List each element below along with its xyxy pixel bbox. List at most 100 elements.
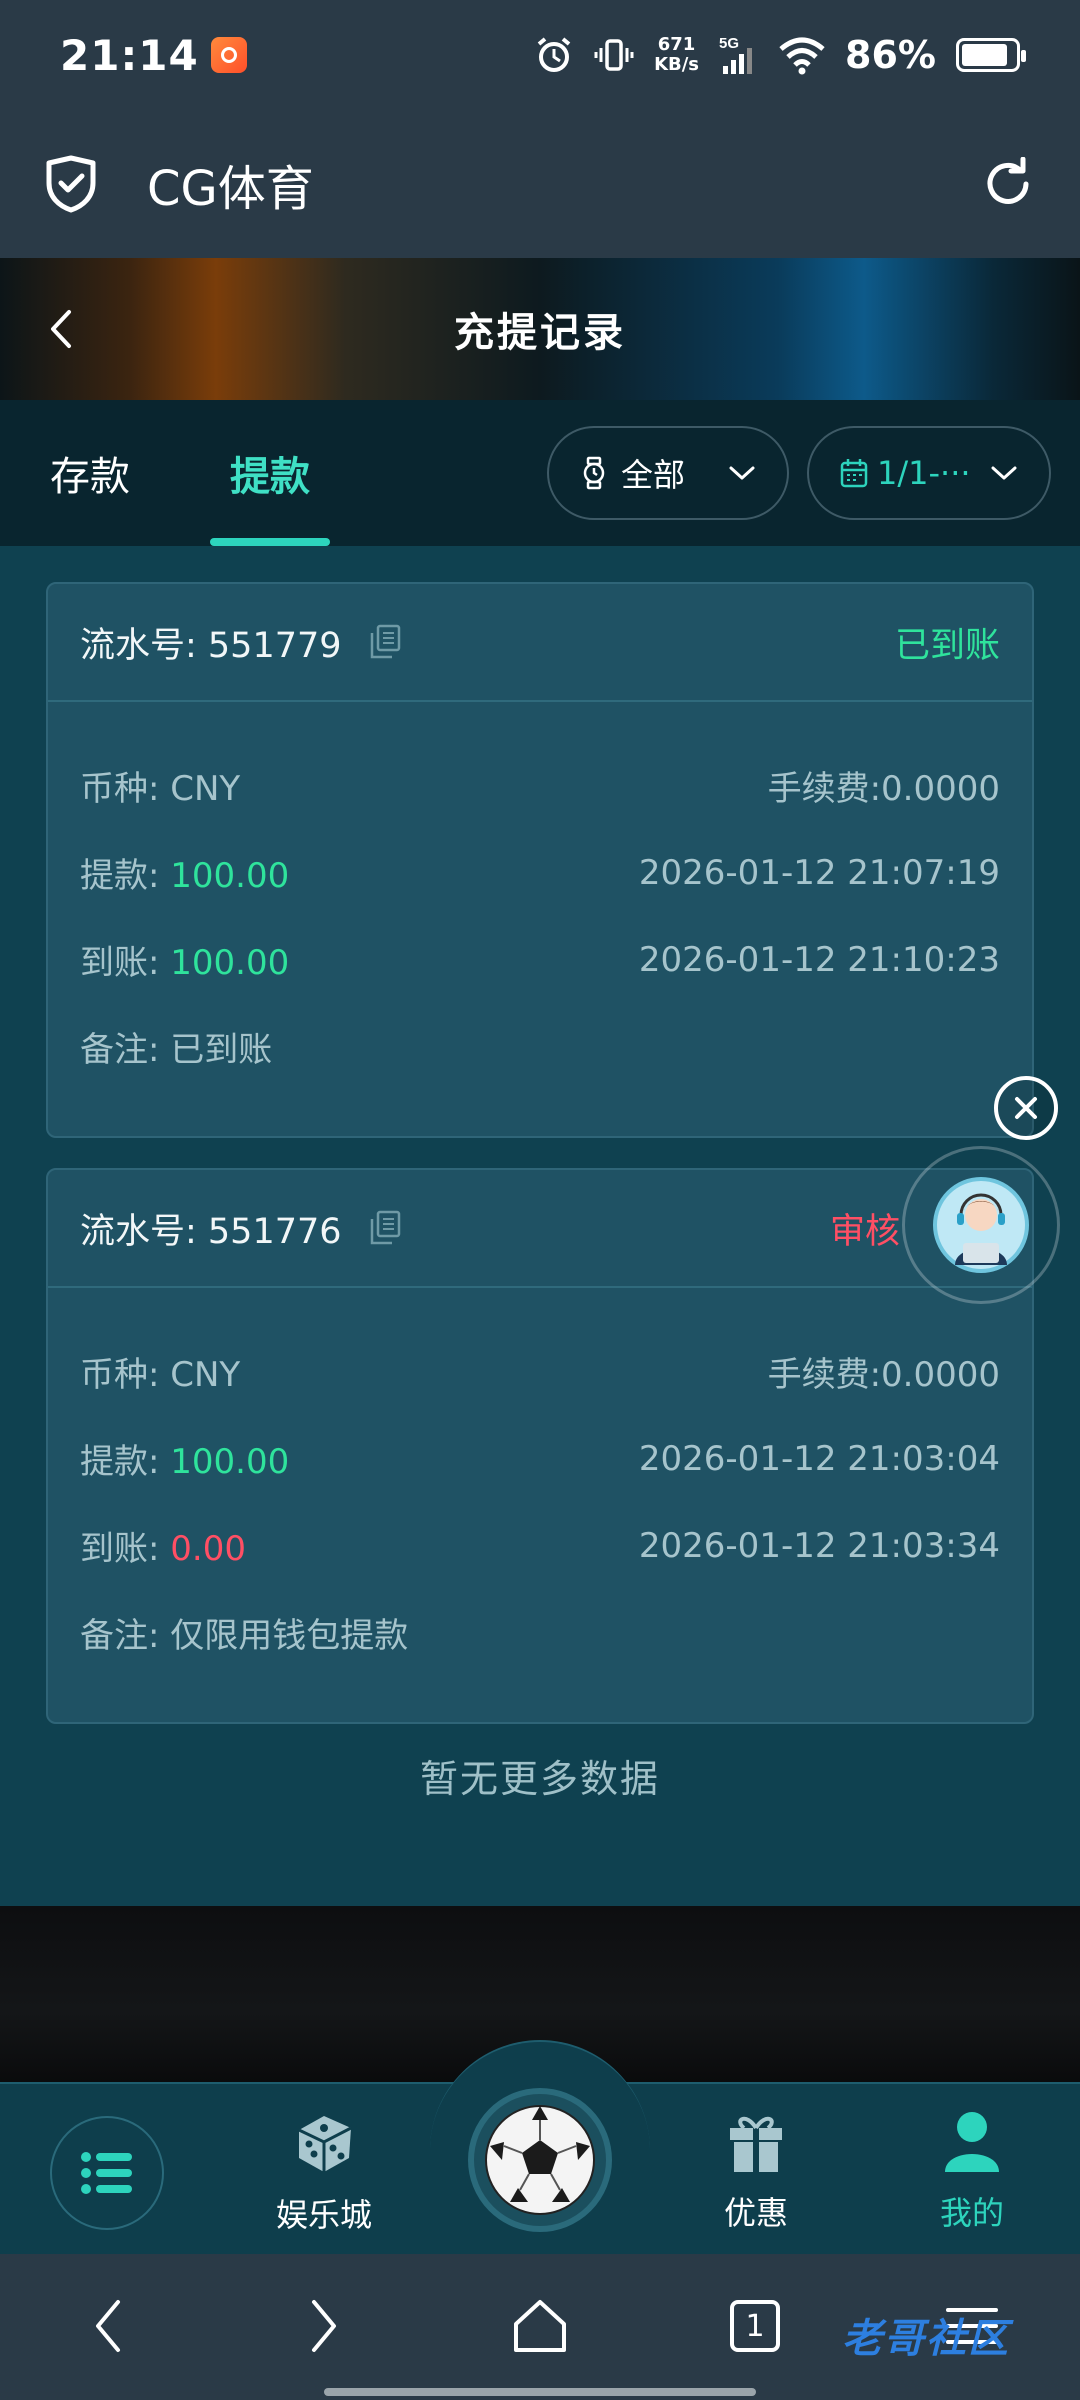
- close-support-button[interactable]: [994, 1076, 1058, 1140]
- record-details: 币种: CNY 手续费:0.0000 提款: 100.00 2026-01-12…: [48, 1288, 1032, 1676]
- nav-promo-label: 优惠: [723, 2194, 788, 2232]
- withdraw-record-card: 流水号: 551776 审核 币种: CNY 手续费:0.0000 提款: 10…: [46, 1168, 1034, 1724]
- close-icon: [1015, 1097, 1037, 1119]
- note-label: 备注: 仅限用钱包提款: [80, 1616, 409, 1656]
- alarm-icon: [537, 37, 571, 72]
- nav-mine[interactable]: 我的: [892, 2110, 1052, 2234]
- chevron-down-icon: [991, 466, 1017, 480]
- support-agent-avatar: [933, 1177, 1029, 1273]
- record-row-currency: 币种: CNY 手续费:0.0000: [80, 1328, 1000, 1415]
- arrive-amount: 0.00: [170, 1529, 246, 1569]
- arrive-amount-field: 到账: 100.00: [80, 935, 289, 984]
- record-header: 流水号: 551779 已到账: [48, 584, 1032, 702]
- tab-deposit[interactable]: 存款: [50, 400, 130, 546]
- withdraw-amount: 100.00: [170, 1442, 290, 1482]
- status-indicators: 671 KB/s 5G 86%: [534, 33, 1026, 77]
- nav-promo[interactable]: 优惠: [676, 2110, 836, 2234]
- date-filter-value: 1/1-···: [877, 454, 971, 492]
- record-row-arrive: 到账: 100.00 2026-01-12 21:10:23: [80, 916, 1000, 1003]
- fee-label: 手续费:0.0000: [767, 1355, 1000, 1395]
- withdraw-time: 2026-01-12 21:03:04: [638, 1438, 1000, 1479]
- arrive-amount: 100.00: [170, 943, 290, 983]
- record-row-withdraw: 提款: 100.00 2026-01-12 21:03:04: [80, 1415, 1000, 1502]
- customer-support-button[interactable]: [902, 1146, 1060, 1304]
- status-time: 21:14: [60, 30, 199, 80]
- withdraw-time: 2026-01-12 21:07:19: [638, 852, 1000, 893]
- record-row-withdraw: 提款: 100.00 2026-01-12 21:07:19: [80, 829, 1000, 916]
- arrive-time: 2026-01-12 21:03:34: [638, 1525, 1000, 1566]
- withdraw-amount: 100.00: [170, 856, 290, 896]
- note-label: 备注: 已到账: [80, 1030, 273, 1070]
- wifi-icon: [779, 37, 825, 75]
- record-status: 已到账: [894, 625, 1000, 666]
- watermark-text: 老哥社区: [842, 2316, 1010, 2362]
- browser-back-icon[interactable]: [90, 2296, 126, 2356]
- shield-check-icon[interactable]: [45, 155, 97, 213]
- browser-forward-icon[interactable]: [306, 2296, 342, 2356]
- record-status: 审核: [829, 1211, 900, 1252]
- nav-mine-label: 我的: [939, 2194, 1004, 2232]
- home-icon[interactable]: [512, 2296, 568, 2356]
- tabs-count: 1: [745, 2308, 765, 2344]
- status-filter-value: 全部: [621, 456, 686, 494]
- arrive-label: 到账:: [80, 1529, 171, 1569]
- battery-icon: [956, 38, 1026, 72]
- list-end-text: 暂无更多数据: [419, 1757, 660, 1801]
- currency-label: 币种: CNY: [80, 1355, 241, 1395]
- date-filter-dropdown[interactable]: 1/1-···: [807, 426, 1051, 520]
- gift-icon: [730, 2116, 782, 2172]
- nav-casino[interactable]: 娱乐城: [244, 2110, 404, 2236]
- record-row-note: 备注: 仅限用钱包提款: [80, 1589, 1000, 1676]
- fee-label: 手续费:0.0000: [767, 769, 1000, 809]
- serial-number: 流水号: 551779: [80, 625, 342, 666]
- withdraw-label: 提款:: [80, 856, 171, 896]
- tab-withdraw[interactable]: 提款: [210, 400, 330, 546]
- watch-icon: [583, 456, 605, 490]
- net-speed-value: 671: [657, 34, 696, 55]
- status-bar: 21:14 671 KB/s 5G 86%: [0, 0, 1080, 110]
- status-filter-dropdown[interactable]: 全部: [547, 426, 789, 520]
- nav-casino-label: 娱乐城: [275, 2196, 372, 2234]
- serial-number: 流水号: 551776: [80, 1211, 342, 1252]
- vibrate-icon: [594, 39, 634, 71]
- arrive-amount-field: 到账: 0.00: [80, 1521, 246, 1570]
- page-title: 充提记录: [454, 310, 626, 356]
- net-speed: 671 KB/s: [654, 35, 699, 75]
- nav-menu-button[interactable]: [50, 2116, 164, 2230]
- battery-percent: 86%: [845, 33, 936, 77]
- currency-label: 币种: CNY: [80, 769, 241, 809]
- chevron-down-icon: [729, 466, 755, 480]
- record-header: 流水号: 551776 审核: [48, 1170, 1032, 1288]
- signal-5g-icon: 5G: [719, 35, 753, 74]
- record-row-currency: 币种: CNY 手续费:0.0000: [80, 742, 1000, 829]
- record-row-arrive: 到账: 0.00 2026-01-12 21:03:34: [80, 1502, 1000, 1589]
- svg-text:5G: 5G: [719, 35, 739, 52]
- arrive-label: 到账:: [80, 943, 171, 983]
- tabs-count-button[interactable]: 1: [730, 2300, 780, 2352]
- app-notification-icon: [210, 37, 247, 73]
- tabs-row: 存款 提款 全部 1/1-···: [0, 400, 1080, 546]
- calendar-icon: [840, 459, 868, 488]
- withdraw-amount-field: 提款: 100.00: [80, 1434, 289, 1483]
- page-title-bar: 充提记录: [0, 258, 1080, 400]
- record-row-note: 备注: 已到账: [80, 1003, 1000, 1090]
- record-details: 币种: CNY 手续费:0.0000 提款: 100.00 2026-01-12…: [48, 702, 1032, 1090]
- menu-list-icon: [81, 2152, 132, 2194]
- refresh-icon[interactable]: [981, 157, 1035, 211]
- withdraw-amount-field: 提款: 100.00: [80, 848, 289, 897]
- copy-icon[interactable]: [368, 1210, 402, 1246]
- arrive-time: 2026-01-12 21:10:23: [638, 939, 1000, 980]
- home-indicator[interactable]: [324, 2388, 756, 2396]
- copy-icon[interactable]: [368, 624, 402, 660]
- dice-icon: [298, 2116, 352, 2172]
- app-header: CG体育: [0, 110, 1080, 258]
- back-arrow-icon[interactable]: [45, 302, 75, 356]
- user-icon: [945, 2112, 999, 2172]
- tab-withdraw-label: 提款: [230, 454, 310, 500]
- withdraw-record-card: 流水号: 551779 已到账 币种: CNY 手续费:0.0000 提款: 1…: [46, 582, 1034, 1138]
- active-tab-indicator: [210, 538, 330, 546]
- withdraw-label: 提款:: [80, 1442, 171, 1482]
- nav-sports-button[interactable]: [468, 2088, 612, 2232]
- support-agent-icon: [955, 1193, 1007, 1265]
- soccer-ball-icon: [485, 2105, 595, 2215]
